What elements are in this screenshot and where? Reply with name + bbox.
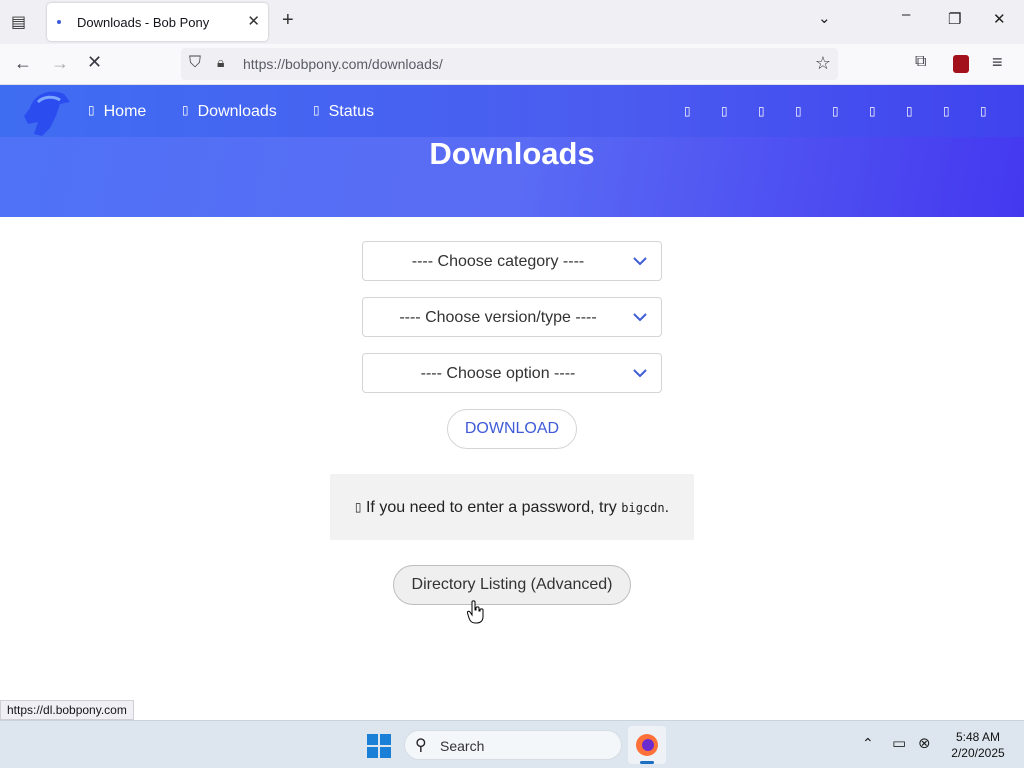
- chevron-up-icon[interactable]: ⌃: [862, 735, 874, 752]
- url-host: https://bobpony.com: [243, 56, 369, 72]
- tab-title: Downloads - Bob Pony: [77, 15, 210, 30]
- nav-status[interactable]: ▯ Status: [313, 103, 374, 121]
- password-notice: ▯ If you need to enter a password, try b…: [330, 474, 694, 540]
- url-text[interactable]: https://bobpony.com/downloads/: [243, 56, 443, 72]
- tab-loading-icon: [57, 20, 61, 24]
- nav-downloads[interactable]: ▯ Downloads: [182, 103, 277, 121]
- directory-listing-button[interactable]: Directory Listing (Advanced): [393, 565, 631, 605]
- bookmark-star-icon[interactable]: ☆: [815, 53, 831, 74]
- browser-nav-bar: ← → ✕ ⛉ 🔒︎ https://bobpony.com/downloads…: [0, 44, 1024, 85]
- search-icon: ⚲: [415, 737, 427, 754]
- network-icon[interactable]: ▭: [892, 734, 906, 752]
- option-select-label: ---- Choose option ----: [420, 365, 576, 382]
- chevron-down-icon: [633, 369, 647, 378]
- social-icon-5[interactable]: ▯: [832, 104, 839, 118]
- chevron-down-icon: [633, 313, 647, 322]
- minimize-icon[interactable]: –: [902, 6, 910, 23]
- page-title: Downloads: [429, 136, 595, 171]
- hand-cursor-icon: [467, 600, 484, 624]
- restore-icon[interactable]: ❐: [948, 10, 961, 28]
- clock-time: 5:48 AM: [955, 730, 1001, 744]
- category-select[interactable]: ---- Choose category ----: [362, 241, 662, 281]
- status-bar-url: https://dl.bobpony.com: [0, 700, 134, 720]
- nav-status-label: Status: [328, 103, 374, 120]
- hero-banner: Downloads: [0, 137, 1024, 217]
- nav-home[interactable]: ▯ Home: [88, 103, 146, 121]
- notice-end: .: [664, 499, 670, 516]
- site-header: ▯ Home ▯ Downloads ▯ Status ▯ ▯ ▯ ▯ ▯ ▯ ▯ ▯…: [0, 85, 1024, 137]
- browser-tab[interactable]: Downloads - Bob Pony ✕: [47, 3, 268, 41]
- window-close-icon[interactable]: ✕: [993, 10, 1006, 28]
- taskbar-clock[interactable]: 5:48 AM 2/20/2025: [946, 729, 1010, 761]
- notice-text-line: ▯ If you need to enter a password, try b…: [330, 499, 694, 517]
- new-tab-icon[interactable]: +: [282, 9, 294, 32]
- tab-close-icon[interactable]: ✕: [247, 12, 260, 30]
- home-icon: ▯: [88, 103, 95, 117]
- back-icon[interactable]: ←: [14, 53, 32, 74]
- menu-icon[interactable]: ≡: [992, 52, 1003, 73]
- url-path: /downloads/: [368, 56, 443, 72]
- tab-list-icon[interactable]: ▤: [11, 12, 26, 32]
- forward-icon[interactable]: →: [51, 53, 69, 74]
- address-bar[interactable]: ⛉ 🔒︎ https://bobpony.com/downloads/ ☆: [181, 48, 838, 80]
- tab-overflow-icon[interactable]: ⌄: [818, 9, 831, 27]
- social-icon-6[interactable]: ▯: [869, 104, 876, 118]
- notice-password-code: bigcdn: [621, 501, 665, 515]
- stop-icon[interactable]: ✕: [87, 52, 102, 73]
- lock-icon[interactable]: 🔒︎: [217, 54, 224, 71]
- volume-muted-icon[interactable]: ⊗: [918, 734, 931, 752]
- firefox-icon: [636, 734, 658, 756]
- site-logo[interactable]: [20, 88, 72, 138]
- version-select[interactable]: ---- Choose version/type ----: [362, 297, 662, 337]
- social-icon-2[interactable]: ▯: [721, 104, 728, 118]
- social-icon-9[interactable]: ▯: [980, 104, 987, 118]
- option-select[interactable]: ---- Choose option ----: [362, 353, 662, 393]
- taskbar: ⚲ Search ⌃ ▭ ⊗ 5:48 AM 2/20/2025: [0, 720, 1024, 768]
- social-icon-7[interactable]: ▯: [906, 104, 913, 118]
- nav-downloads-label: Downloads: [197, 103, 277, 120]
- chevron-down-icon: [633, 257, 647, 266]
- ublock-icon[interactable]: [953, 55, 969, 73]
- download-button[interactable]: DOWNLOAD: [447, 409, 577, 449]
- info-icon: ▯: [354, 500, 362, 514]
- social-icon-3[interactable]: ▯: [758, 104, 765, 118]
- download-icon: ▯: [182, 103, 189, 117]
- notice-text: If you need to enter a password, try: [365, 499, 617, 516]
- shield-icon[interactable]: ⛉: [189, 54, 201, 72]
- firefox-taskbar-button[interactable]: [628, 726, 666, 764]
- active-indicator: [640, 761, 654, 764]
- category-select-label: ---- Choose category ----: [411, 253, 585, 270]
- social-icon-1[interactable]: ▯: [684, 104, 691, 118]
- windows-start-icon[interactable]: [367, 734, 391, 758]
- browser-tab-bar: ▤ Downloads - Bob Pony ✕ + ⌄ – ❐ ✕: [0, 0, 1024, 44]
- social-icon-4[interactable]: ▯: [795, 104, 802, 118]
- status-icon: ▯: [313, 103, 320, 117]
- social-icon-8[interactable]: ▯: [943, 104, 950, 118]
- extensions-icon[interactable]: ⧉: [915, 53, 926, 71]
- taskbar-search-label: Search: [440, 738, 485, 754]
- version-select-label: ---- Choose version/type ----: [399, 309, 597, 326]
- nav-home-label: Home: [103, 103, 147, 120]
- taskbar-search[interactable]: ⚲ Search: [404, 730, 622, 760]
- clock-date: 2/20/2025: [951, 746, 1005, 760]
